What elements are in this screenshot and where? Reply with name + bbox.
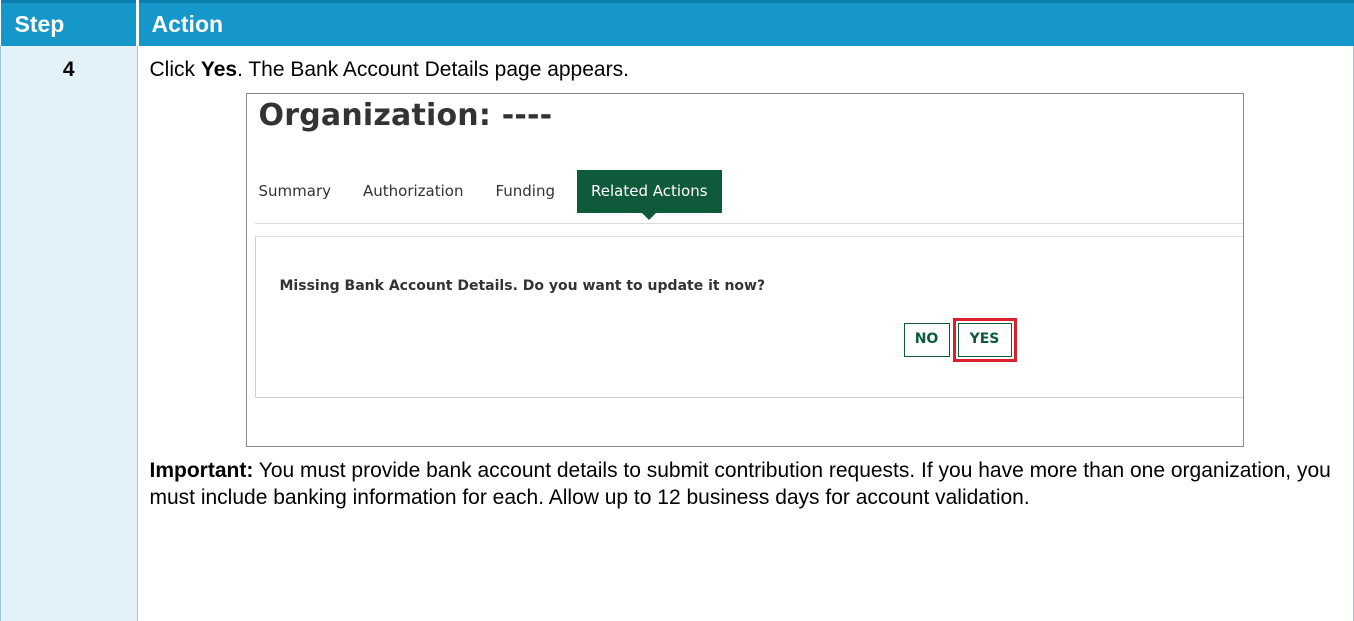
important-note: Important: You must provide bank account…	[150, 457, 1340, 511]
tab-divider	[254, 222, 1243, 224]
table-row: 4 Click Yes. The Bank Account Details pa…	[0, 45, 1354, 621]
tab-summary[interactable]: Summary	[259, 172, 342, 211]
tab-bar: Summary Authorization Funding Related Ac…	[259, 169, 722, 220]
step-number: 4	[0, 45, 138, 621]
instruction-bold-yes: Yes	[200, 57, 238, 81]
important-text: You must provide bank account details to…	[149, 458, 1331, 509]
tab-funding[interactable]: Funding	[485, 172, 565, 211]
no-button[interactable]: NO	[903, 322, 950, 357]
tab-authorization[interactable]: Authorization	[353, 172, 473, 211]
tab-related-actions-label: Related Actions	[591, 181, 708, 200]
table-header-row: Step Action	[0, 0, 1354, 46]
bank-details-prompt: Missing Bank Account Details. Do you wan…	[254, 235, 1243, 398]
embedded-screenshot: Organization: ---- Summary Authorization…	[245, 92, 1244, 447]
action-column-header: Action	[137, 0, 1354, 46]
important-label: Important:	[149, 458, 254, 482]
step-instruction: Click Yes. The Bank Account Details page…	[150, 56, 1340, 83]
prompt-message: Missing Bank Account Details. Do you wan…	[279, 277, 766, 294]
step-column-header: Step	[0, 0, 139, 46]
action-cell: Click Yes. The Bank Account Details page…	[137, 45, 1354, 621]
yes-button[interactable]: YES	[957, 322, 1012, 357]
active-tab-caret-icon	[642, 212, 657, 220]
tab-related-actions[interactable]: Related Actions	[577, 169, 722, 220]
instruction-prefix: Click	[149, 57, 201, 81]
instruction-suffix: . The Bank Account Details page appears.	[237, 57, 629, 81]
instruction-table: Step Action 4 Click Yes. The Bank Accoun…	[0, 0, 1354, 621]
organization-title: Organization: ----	[258, 97, 553, 133]
